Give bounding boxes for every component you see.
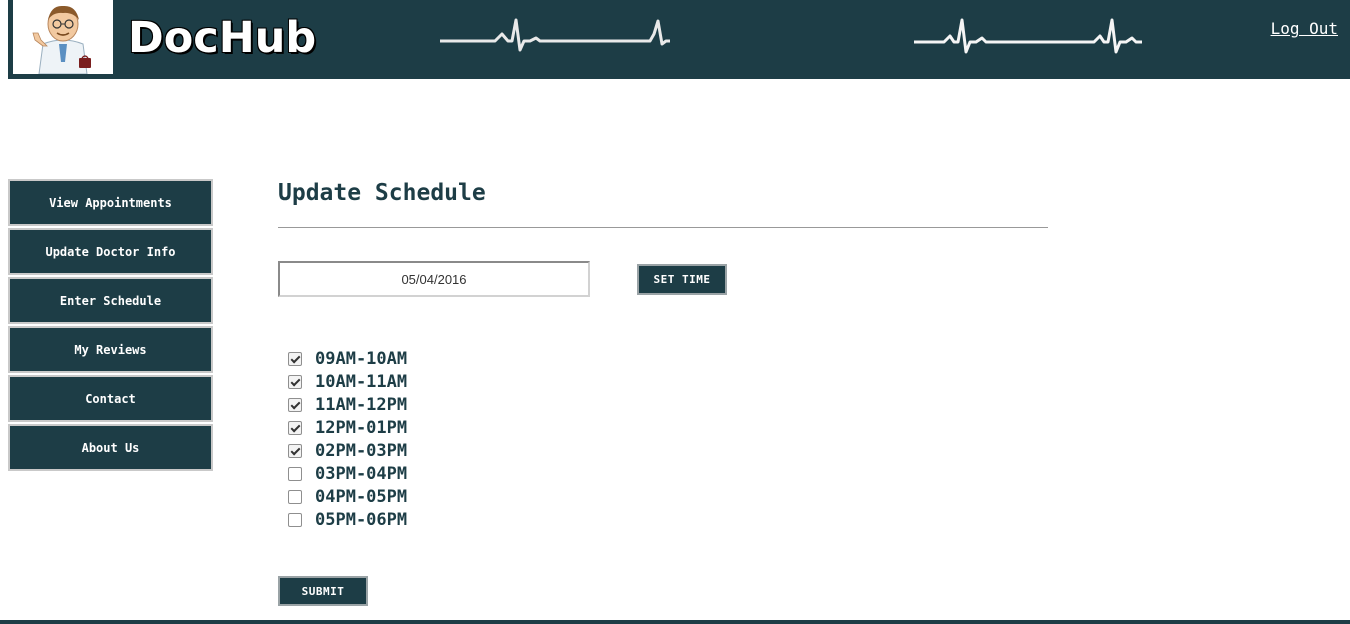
- time-slot-row: 12PM-01PM: [288, 416, 407, 439]
- sidebar-item-about-us[interactable]: About Us: [8, 424, 213, 471]
- doctor-logo-icon: [13, 0, 113, 74]
- time-slot-label: 09AM-10AM: [315, 348, 408, 369]
- sidebar-nav: View Appointments Update Doctor Info Ent…: [8, 179, 213, 473]
- title-divider: [278, 227, 1048, 228]
- time-slot-checkbox[interactable]: [288, 374, 302, 389]
- time-slot-row: 02PM-03PM: [288, 439, 407, 462]
- time-slot-checkbox[interactable]: [288, 351, 302, 366]
- time-slot-label: 04PM-05PM: [315, 486, 408, 507]
- date-input[interactable]: [278, 261, 590, 297]
- main-content: Update Schedule SET TIME 09AM-10AM10AM-1…: [278, 0, 1048, 624]
- footer-bar: [0, 620, 1350, 624]
- time-slot-checkbox[interactable]: [288, 443, 302, 458]
- sidebar-item-view-appointments[interactable]: View Appointments: [8, 179, 213, 226]
- time-slot-label: 05PM-06PM: [315, 509, 408, 530]
- sidebar-item-my-reviews[interactable]: My Reviews: [8, 326, 213, 373]
- time-slot-row: 11AM-12PM: [288, 393, 407, 416]
- time-slot-row: 09AM-10AM: [288, 347, 407, 370]
- page-title: Update Schedule: [278, 180, 486, 206]
- time-slot-checkbox[interactable]: [288, 466, 302, 481]
- time-slot-row: 05PM-06PM: [288, 508, 407, 531]
- time-slot-label: 03PM-04PM: [315, 463, 408, 484]
- logout-link[interactable]: Log Out: [1271, 19, 1338, 38]
- set-time-button[interactable]: SET TIME: [637, 264, 727, 295]
- time-slot-row: 10AM-11AM: [288, 370, 407, 393]
- time-slot-list: 09AM-10AM 10AM-11AM 11AM-12PM 12PM-01PM 02PM…: [288, 347, 407, 531]
- time-slot-row: 03PM-04PM: [288, 462, 407, 485]
- time-slot-label: 12PM-01PM: [315, 417, 408, 438]
- sidebar-item-update-doctor-info[interactable]: Update Doctor Info: [8, 228, 213, 275]
- submit-button[interactable]: SUBMIT: [278, 576, 368, 606]
- sidebar-item-contact[interactable]: Contact: [8, 375, 213, 422]
- time-slot-checkbox[interactable]: [288, 397, 302, 412]
- sidebar-item-enter-schedule[interactable]: Enter Schedule: [8, 277, 213, 324]
- time-slot-checkbox[interactable]: [288, 489, 302, 504]
- time-slot-label: 10AM-11AM: [315, 371, 408, 392]
- time-slot-label: 02PM-03PM: [315, 440, 408, 461]
- time-slot-checkbox[interactable]: [288, 420, 302, 435]
- time-slot-row: 04PM-05PM: [288, 485, 407, 508]
- time-slot-checkbox[interactable]: [288, 512, 302, 527]
- time-slot-label: 11AM-12PM: [315, 394, 408, 415]
